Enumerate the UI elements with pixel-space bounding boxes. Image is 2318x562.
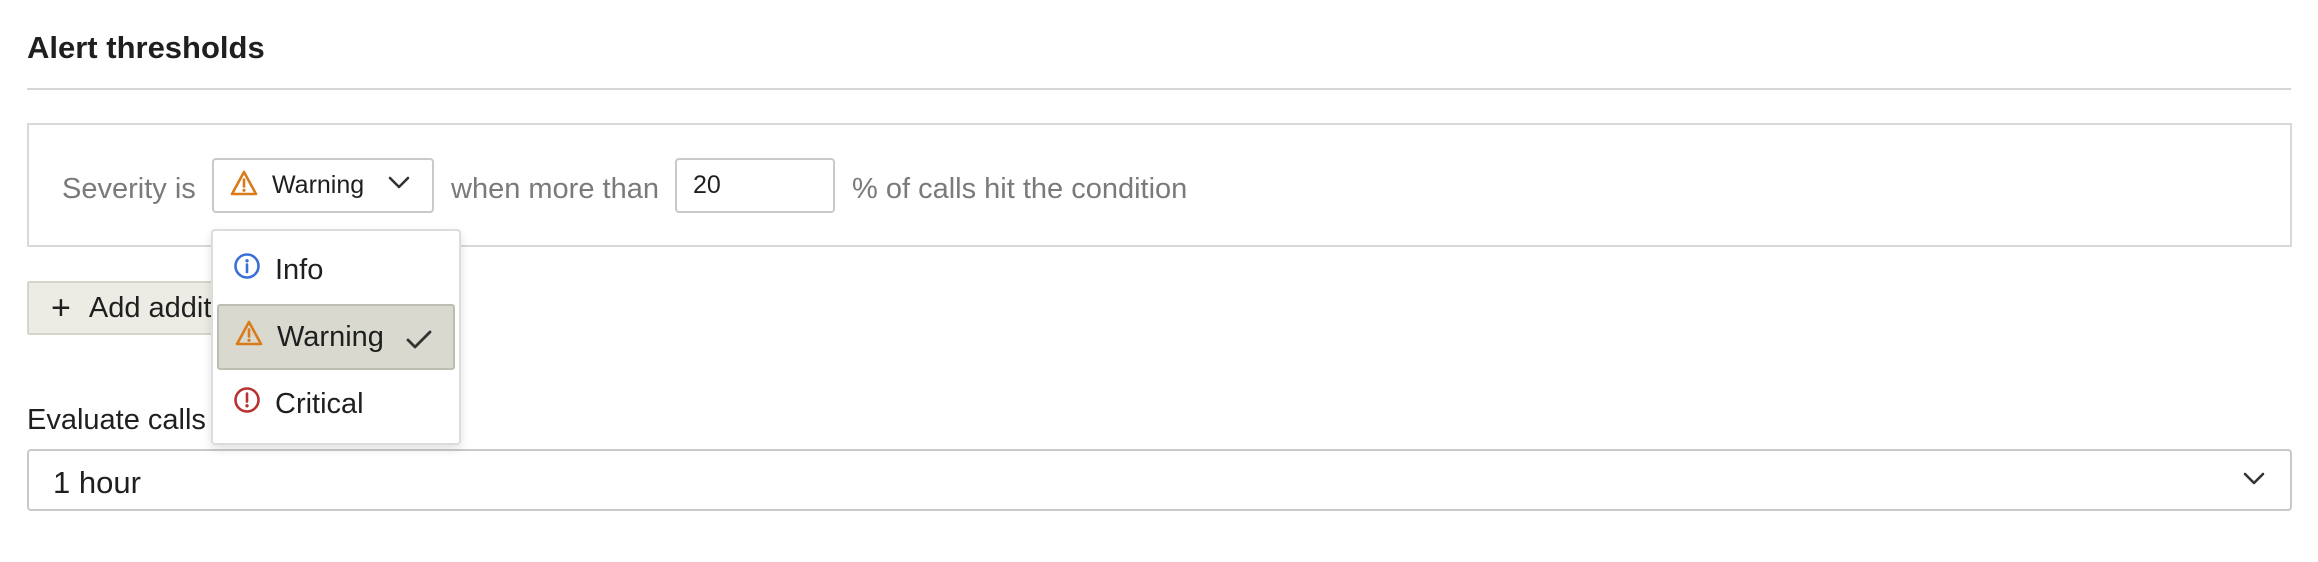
chevron-down-icon — [2242, 471, 2266, 492]
chevron-down-icon — [388, 176, 410, 195]
severity-option-label: Warning — [277, 320, 384, 353]
severity-select-value: Warning — [272, 171, 365, 199]
severity-option-label: Critical — [275, 387, 364, 420]
warning-icon — [235, 320, 263, 354]
checkmark-icon — [405, 326, 433, 359]
evaluate-label: Evaluate calls over — [27, 404, 217, 436]
severity-dropdown-menu: Info Warning Critical — [211, 229, 461, 445]
when-more-than-label: when more than — [451, 173, 659, 205]
severity-prefix-label: Severity is — [62, 173, 196, 205]
title-divider — [27, 88, 2291, 90]
evaluate-window-select[interactable]: 1 hour — [27, 449, 2292, 511]
info-icon — [233, 252, 261, 288]
severity-select[interactable]: Warning — [212, 158, 434, 213]
critical-icon — [233, 386, 261, 422]
plus-icon: + — [51, 289, 71, 327]
percent-suffix-label: % of calls hit the condition — [852, 173, 1188, 205]
section-title: Alert thresholds — [27, 30, 265, 65]
percent-input[interactable] — [675, 158, 835, 213]
severity-option-critical[interactable]: Critical — [217, 371, 455, 437]
severity-option-info[interactable]: Info — [217, 237, 455, 303]
alert-thresholds-page: Alert thresholds Severity is Warning whe… — [0, 0, 2318, 562]
evaluate-window-value: 1 hour — [53, 465, 141, 500]
severity-option-label: Info — [275, 253, 324, 286]
warning-icon — [230, 170, 258, 201]
severity-option-warning[interactable]: Warning — [217, 304, 455, 370]
